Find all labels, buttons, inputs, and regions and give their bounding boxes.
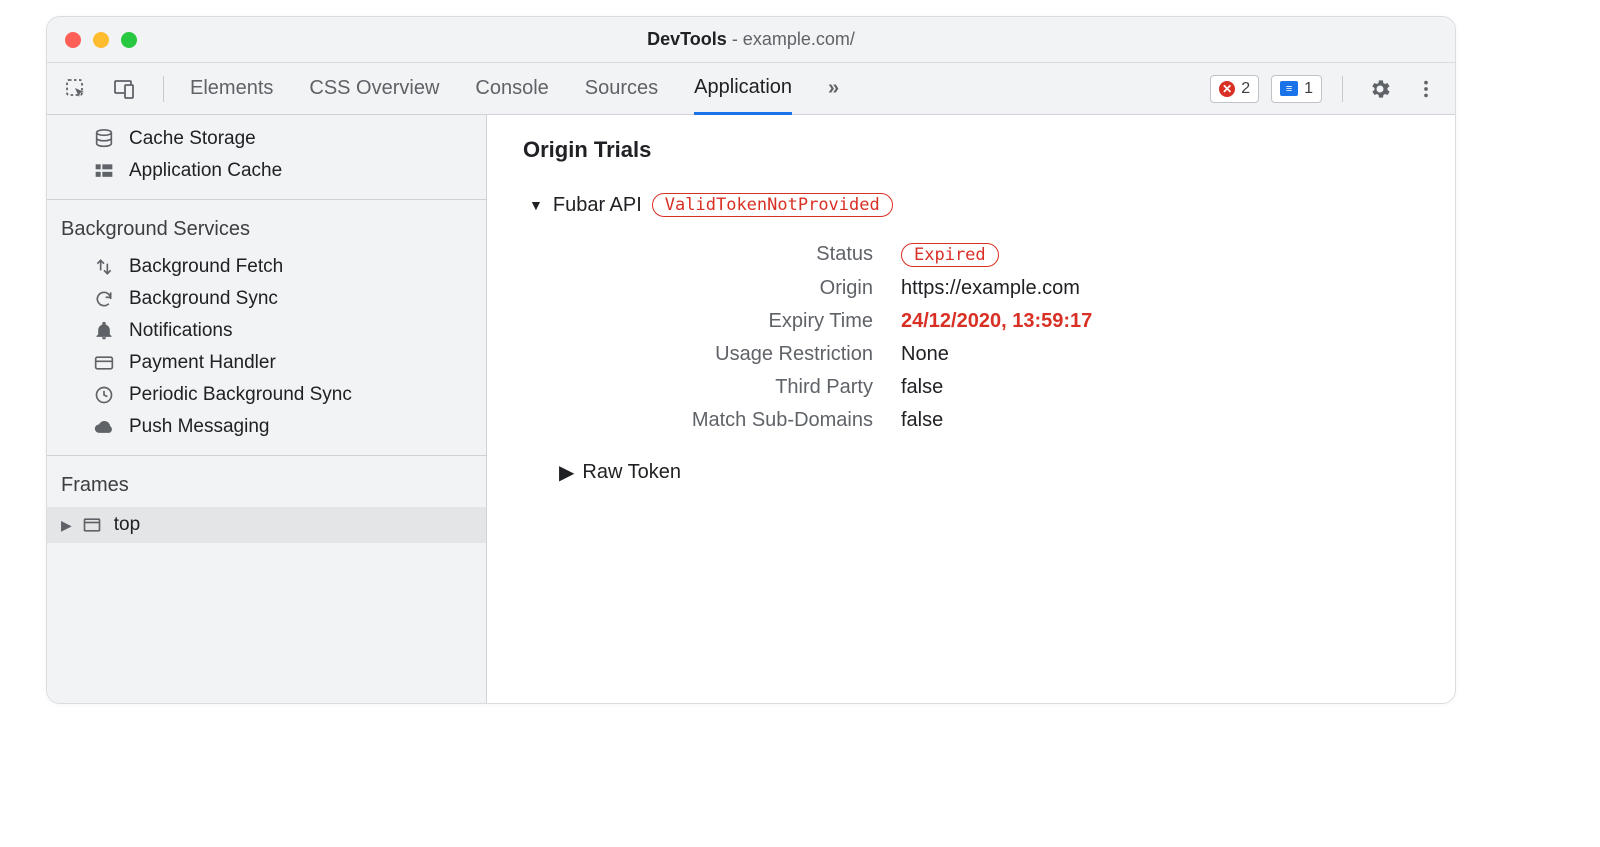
issues-icon: ≡ <box>1280 81 1298 96</box>
sidebar-item-label: Background Fetch <box>129 256 283 278</box>
tab-sources[interactable]: Sources <box>585 63 658 115</box>
sidebar-item-label: Payment Handler <box>129 352 276 374</box>
disclosure-triangle-right-icon: ▶ <box>559 460 574 485</box>
value-match-subdomains: false <box>901 409 1419 432</box>
origin-trial-node: ▼ Fubar API ValidTokenNotProvided Status… <box>529 193 1419 485</box>
label-origin: Origin <box>593 277 873 300</box>
device-toolbar-icon[interactable] <box>107 72 141 106</box>
value-expiry-time: 24/12/2020, 13:59:17 <box>901 310 1419 333</box>
sidebar-item-label: Periodic Background Sync <box>129 384 352 406</box>
value-usage-restriction: None <box>901 343 1419 366</box>
error-icon: ✕ <box>1219 81 1235 97</box>
sidebar-item-label: Notifications <box>129 320 233 342</box>
origin-trial-name: Fubar API <box>553 194 642 217</box>
panel-tabs: Elements CSS Overview Console Sources Ap… <box>190 63 839 115</box>
tab-application[interactable]: Application <box>694 63 792 115</box>
inspect-element-icon[interactable] <box>59 72 93 106</box>
status-badge-expired: Expired <box>901 243 999 267</box>
panel-body: Cache Storage Application Cache Backgrou… <box>47 115 1455 703</box>
frame-icon <box>82 515 104 535</box>
sidebar-item-notifications[interactable]: Notifications <box>47 315 486 347</box>
sidebar-item-push-messaging[interactable]: Push Messaging <box>47 411 486 443</box>
sidebar-item-label: top <box>114 514 140 536</box>
close-window-button[interactable] <box>65 32 81 48</box>
sidebar-item-label: Cache Storage <box>129 128 256 150</box>
raw-token-label: Raw Token <box>582 461 681 484</box>
application-sidebar: Cache Storage Application Cache Backgrou… <box>47 115 487 703</box>
issues-count: 1 <box>1304 80 1313 98</box>
label-status: Status <box>593 243 873 267</box>
label-usage-restriction: Usage Restriction <box>593 343 873 366</box>
toolbar-left <box>59 72 172 106</box>
errors-counter[interactable]: ✕ 2 <box>1210 75 1259 103</box>
settings-icon[interactable] <box>1363 72 1397 106</box>
sidebar-item-label: Push Messaging <box>129 416 269 438</box>
sidebar-item-application-cache[interactable]: Application Cache <box>47 155 486 187</box>
devtools-window: DevTools - example.com/ Elements CSS Ove… <box>46 16 1456 704</box>
tab-css-overview[interactable]: CSS Overview <box>309 63 439 115</box>
disclosure-triangle-down-icon: ▼ <box>529 197 543 213</box>
tab-elements[interactable]: Elements <box>190 63 273 115</box>
toolbar-divider <box>163 76 164 102</box>
issues-counter[interactable]: ≡ 1 <box>1271 75 1322 103</box>
sidebar-section-frames: Frames ▶ top <box>47 456 486 555</box>
page-heading: Origin Trials <box>523 137 1419 163</box>
expand-arrow-icon: ▶ <box>61 517 72 534</box>
value-third-party: false <box>901 376 1419 399</box>
sidebar-item-frame-top[interactable]: ▶ top <box>47 507 486 543</box>
window-title-strong: DevTools <box>647 29 727 49</box>
sidebar-item-periodic-background-sync[interactable]: Periodic Background Sync <box>47 379 486 411</box>
value-origin: https://example.com <box>901 277 1419 300</box>
sync-icon <box>91 289 117 309</box>
label-third-party: Third Party <box>593 376 873 399</box>
database-icon <box>91 128 117 150</box>
traffic-lights <box>47 32 137 48</box>
sidebar-item-payment-handler[interactable]: Payment Handler <box>47 347 486 379</box>
toolbar-divider-2 <box>1342 76 1343 102</box>
application-content: Origin Trials ▼ Fubar API ValidTokenNotP… <box>487 115 1455 703</box>
cloud-icon <box>91 417 117 437</box>
origin-trial-details: Status Expired Origin https://example.co… <box>593 243 1419 432</box>
transfer-icon <box>91 257 117 277</box>
more-tabs-button[interactable]: » <box>828 63 839 115</box>
window-title-rest: - example.com/ <box>727 29 855 49</box>
kebab-menu-icon[interactable] <box>1409 72 1443 106</box>
zoom-window-button[interactable] <box>121 32 137 48</box>
window-title: DevTools - example.com/ <box>47 29 1455 50</box>
origin-trial-toggle[interactable]: ▼ Fubar API ValidTokenNotProvided <box>529 193 1419 217</box>
sidebar-item-background-fetch[interactable]: Background Fetch <box>47 251 486 283</box>
titlebar: DevTools - example.com/ <box>47 17 1455 63</box>
sidebar-section-title: Background Services <box>47 208 486 251</box>
sidebar-section-background-services: Background Services Background Fetch Bac… <box>47 200 486 456</box>
bell-icon <box>91 321 117 341</box>
credit-card-icon <box>91 353 117 373</box>
devtools-toolbar: Elements CSS Overview Console Sources Ap… <box>47 63 1455 115</box>
sidebar-item-label: Background Sync <box>129 288 278 310</box>
sidebar-section-cache: Cache Storage Application Cache <box>47 115 486 200</box>
toolbar-right: ✕ 2 ≡ 1 <box>1210 72 1443 106</box>
sidebar-section-title: Frames <box>47 464 486 507</box>
sidebar-item-cache-storage[interactable]: Cache Storage <box>47 123 486 155</box>
sidebar-item-label: Application Cache <box>129 160 282 182</box>
raw-token-toggle[interactable]: ▶ Raw Token <box>559 460 1419 485</box>
value-status: Expired <box>901 243 1419 267</box>
label-expiry-time: Expiry Time <box>593 310 873 333</box>
status-badge: ValidTokenNotProvided <box>652 193 893 217</box>
label-match-subdomains: Match Sub-Domains <box>593 409 873 432</box>
errors-count: 2 <box>1241 80 1250 98</box>
sidebar-item-background-sync[interactable]: Background Sync <box>47 283 486 315</box>
clock-icon <box>91 385 117 405</box>
grid-icon <box>91 161 117 181</box>
minimize-window-button[interactable] <box>93 32 109 48</box>
tab-console[interactable]: Console <box>475 63 548 115</box>
